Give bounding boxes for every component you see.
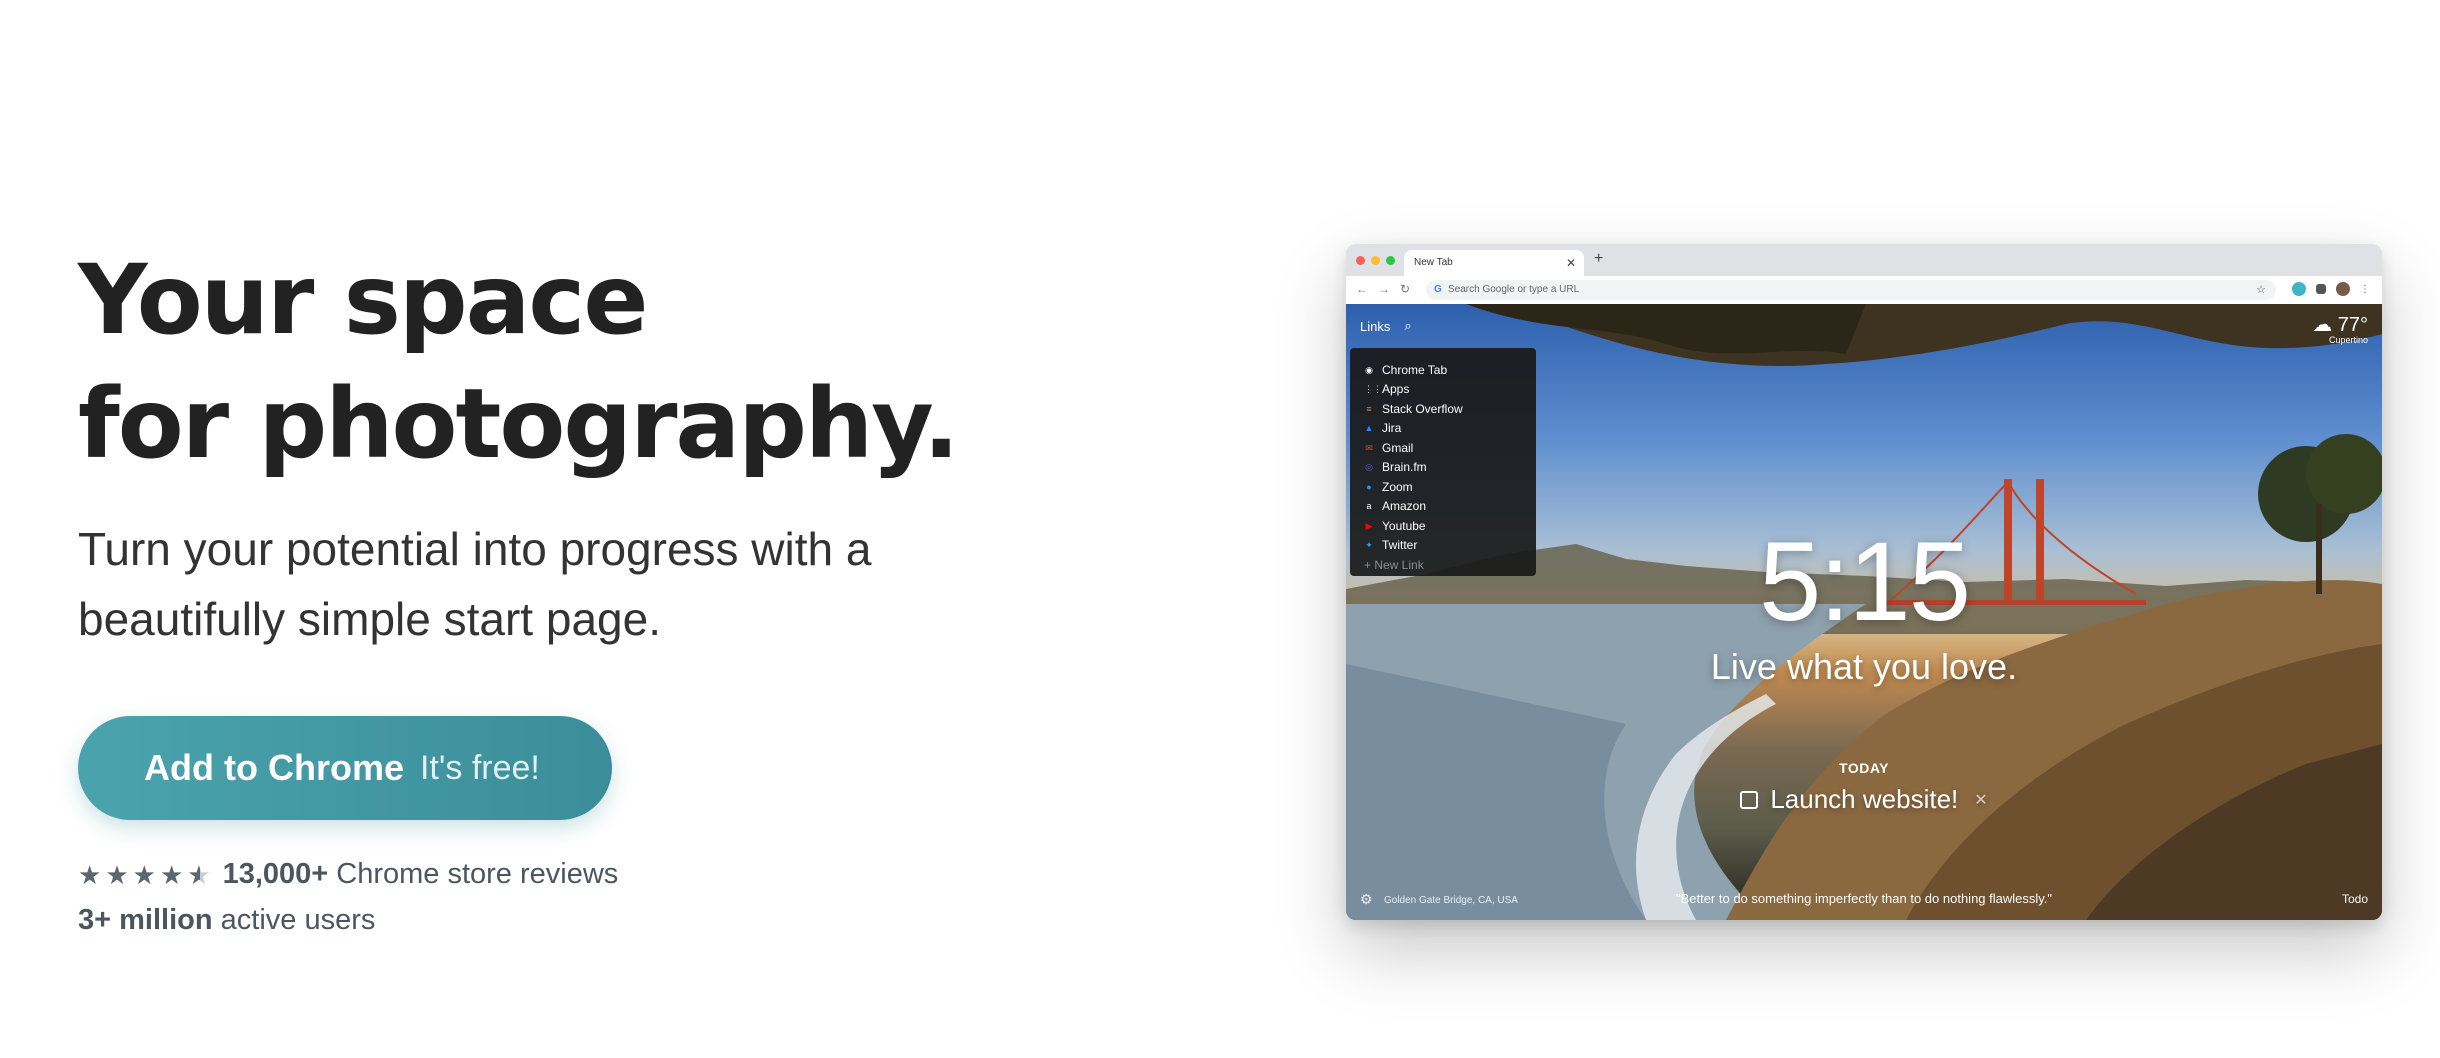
apps-grid-icon: ⋮⋮ bbox=[1364, 384, 1382, 395]
amazon-icon: a bbox=[1366, 501, 1372, 512]
link-label: Apps bbox=[1382, 382, 1410, 397]
address-bar: G Search Google or type a URL ☆ bbox=[1426, 280, 2276, 300]
focus-todo: Launch website! ✕ bbox=[1346, 784, 2382, 815]
reviews-label: Chrome store reviews bbox=[336, 858, 619, 890]
links-toggle: Links bbox=[1360, 318, 1391, 334]
close-window-icon bbox=[1356, 256, 1365, 265]
browser-tab: New Tab ✕ bbox=[1404, 250, 1584, 276]
gmail-icon: ✉ bbox=[1365, 442, 1373, 453]
browser-toolbar: ← → ↻ G Search Google or type a URL ☆ ⋮ bbox=[1346, 276, 2382, 305]
puzzle-icon bbox=[2316, 284, 2326, 294]
checkbox-icon bbox=[1740, 790, 1759, 809]
minimize-window-icon bbox=[1371, 256, 1380, 265]
link-label: Amazon bbox=[1382, 499, 1427, 514]
link-label: Zoom bbox=[1382, 479, 1413, 494]
avatar-icon bbox=[2336, 282, 2350, 296]
link-label: Brain.fm bbox=[1382, 460, 1427, 475]
weather-widget: ☁ 77° Cupertino bbox=[2312, 312, 2368, 345]
todo-text: Launch website! bbox=[1770, 784, 1959, 814]
star-icon: ★ bbox=[132, 859, 156, 890]
headline-line-2: for photography. bbox=[78, 368, 959, 480]
link-stack-overflow: ≡ Stack Overflow bbox=[1364, 399, 1536, 419]
extension-icons: ⋮ bbox=[2292, 282, 2370, 296]
google-icon: G bbox=[1434, 284, 1442, 295]
headline: Your space for photography. bbox=[78, 238, 978, 486]
reload-icon: ↻ bbox=[1400, 282, 1411, 296]
browser-mockup: New Tab ✕ + ← → ↻ G Search Google or typ… bbox=[1346, 244, 2382, 920]
links-bar: Links ⌕ bbox=[1360, 318, 1412, 334]
new-tab-page: Links ⌕ ◉ Chrome Tab ⋮⋮ Apps ≡ Stack Overfl… bbox=[1346, 304, 2382, 920]
maximize-window-icon bbox=[1386, 256, 1395, 265]
star-icon: ★ bbox=[159, 859, 184, 890]
close-icon: ✕ bbox=[1974, 791, 1988, 809]
brainfm-icon: ◎ bbox=[1365, 462, 1373, 473]
link-gmail: ✉ Gmail bbox=[1364, 438, 1536, 458]
mantra: Live what you love. bbox=[1710, 646, 2018, 687]
tab-title: New Tab bbox=[1414, 257, 1453, 268]
link-zoom: ● Zoom bbox=[1364, 477, 1536, 497]
cloud-sun-icon: ☁ bbox=[2312, 314, 2333, 336]
link-apps: ⋮⋮ Apps bbox=[1364, 380, 1536, 400]
momentum-extension-icon bbox=[2292, 282, 2306, 296]
its-free-label: It's free! bbox=[419, 748, 540, 787]
add-to-chrome-button[interactable]: Add to Chrome It's free! bbox=[78, 716, 612, 820]
star-icon: ★ bbox=[105, 859, 129, 890]
star-icon: ★ bbox=[78, 859, 102, 890]
today-label: TODAY bbox=[1839, 760, 1889, 776]
rating-row: ★ ★ ★ ★ ★ 13,000+ Chrome store reviews bbox=[78, 858, 618, 891]
clock: 5:15 bbox=[1759, 519, 1971, 644]
bookmark-star-icon: ☆ bbox=[2256, 284, 2266, 296]
add-to-chrome-label: Add to Chrome bbox=[144, 747, 404, 788]
browser-tab-bar: New Tab ✕ + bbox=[1346, 244, 2382, 276]
users-count: 3+ million bbox=[78, 904, 213, 936]
search-icon: ⌕ bbox=[1404, 318, 1412, 333]
nav-buttons: ← → ↻ bbox=[1356, 282, 1410, 296]
back-arrow-icon: ← bbox=[1356, 282, 1368, 296]
chrome-icon: ◉ bbox=[1365, 364, 1373, 375]
hero-section: Your space for photography. Turn your po… bbox=[78, 238, 978, 936]
link-chrome-tab: ◉ Chrome Tab bbox=[1364, 360, 1536, 380]
menu-dots-icon: ⋮ bbox=[2360, 283, 2370, 295]
link-label: Stack Overflow bbox=[1382, 401, 1463, 416]
window-controls bbox=[1356, 256, 1395, 265]
forward-arrow-icon: → bbox=[1378, 282, 1390, 296]
close-icon: ✕ bbox=[1565, 256, 1576, 270]
temperature-value: 77° bbox=[2337, 314, 2368, 336]
users-text: 3+ million active users bbox=[78, 904, 375, 937]
link-label: Chrome Tab bbox=[1382, 362, 1448, 377]
link-label: Jira bbox=[1382, 421, 1402, 436]
zoom-icon: ● bbox=[1366, 481, 1372, 492]
headline-line-1: Your space bbox=[78, 244, 648, 356]
weather-temperature: ☁ 77° bbox=[2312, 312, 2368, 337]
users-label: active users bbox=[220, 904, 376, 936]
reviews-text: 13,000+ Chrome store reviews bbox=[223, 858, 619, 891]
jira-icon: ▲ bbox=[1364, 423, 1374, 434]
quote: "Better to do something imperfectly than… bbox=[1675, 891, 2053, 906]
star-rating: ★ ★ ★ ★ ★ bbox=[78, 862, 211, 888]
reviews-count: 13,000+ bbox=[222, 858, 329, 890]
plus-icon: + bbox=[1594, 250, 1604, 267]
link-jira: ▲ Jira bbox=[1364, 419, 1536, 439]
subheadline: Turn your potential into progress with a… bbox=[78, 523, 872, 645]
half-star-icon: ★ bbox=[187, 859, 211, 890]
link-label: Gmail bbox=[1382, 440, 1414, 455]
stack-overflow-icon: ≡ bbox=[1366, 403, 1372, 414]
link-amazon: a Amazon bbox=[1364, 497, 1536, 517]
address-placeholder: Search Google or type a URL bbox=[1448, 284, 1580, 295]
todo-link: Todo bbox=[2341, 892, 2368, 906]
link-brainfm: ◎ Brain.fm bbox=[1364, 458, 1536, 478]
